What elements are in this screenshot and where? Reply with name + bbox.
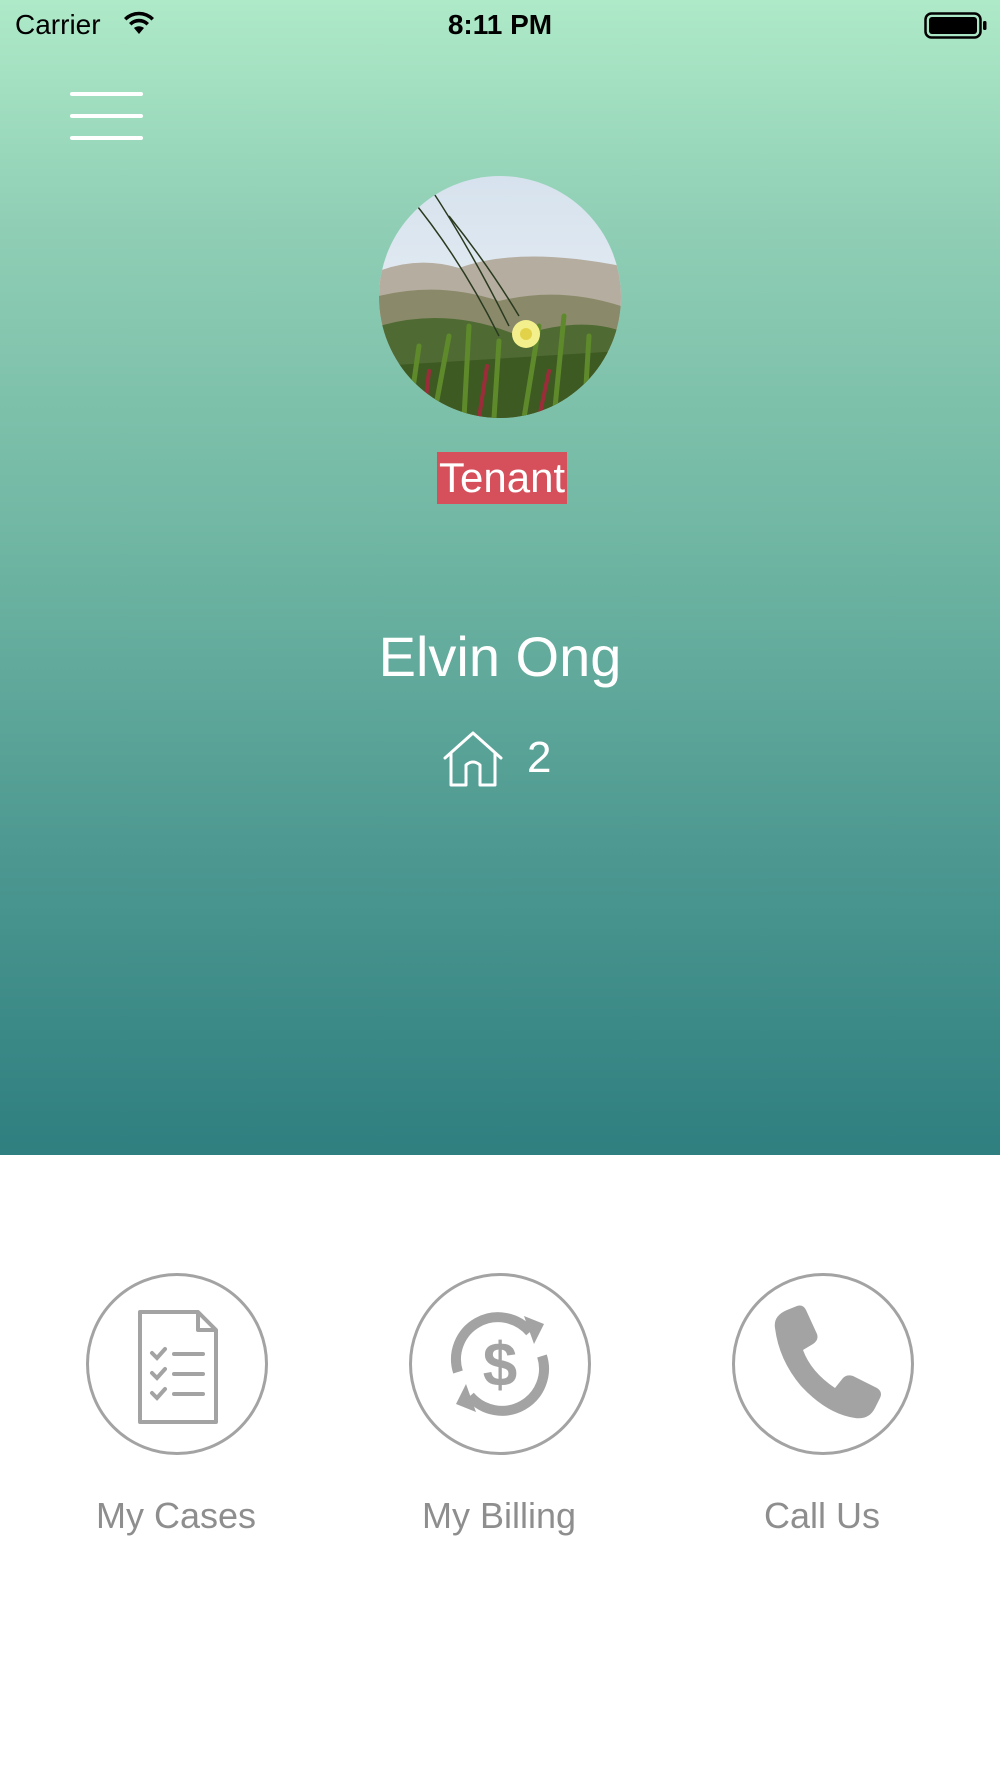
property-count-value: 2 (527, 733, 552, 782)
battery-icon (924, 12, 988, 47)
avatar[interactable] (379, 176, 621, 418)
status-bar: Carrier 8:11 PM (0, 0, 1000, 50)
my-billing-label: My Billing (421, 1495, 577, 1536)
profile-header (0, 0, 1000, 1155)
phone-icon (732, 1273, 914, 1455)
call-us-label: Call Us (763, 1495, 880, 1536)
property-count: 2 (442, 730, 602, 790)
svg-text:$: $ (483, 1331, 517, 1400)
clock: 8:11 PM (447, 9, 553, 40)
my-cases-label: My Cases (95, 1495, 257, 1536)
house-icon (442, 730, 504, 793)
dollar-cycle-icon: $ (409, 1273, 591, 1455)
role-badge: Tenant (437, 452, 568, 504)
checklist-document-icon (86, 1273, 268, 1455)
user-name: Elvin Ong (378, 625, 622, 688)
hamburger-menu-icon[interactable] (70, 92, 143, 142)
